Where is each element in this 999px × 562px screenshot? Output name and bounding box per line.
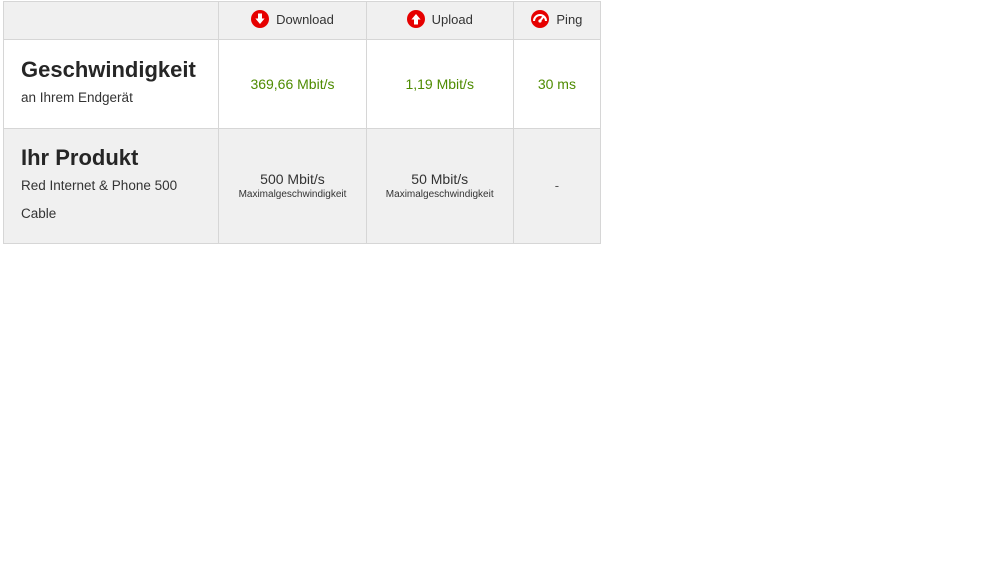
product-title: Ihr Produkt: [21, 144, 139, 170]
measured-upload-value: 1,19 Mbit/s: [365, 39, 514, 129]
header-download: Download: [218, 0, 367, 41]
header-ping-label: Ping: [556, 11, 583, 27]
product-name-line2: Cable: [21, 205, 57, 221]
product-download-value: 500 Mbit/s: [260, 170, 325, 187]
product-label-cell: Ihr Produkt Red Internet & Phone 500 Cab…: [2, 127, 220, 245]
header-upload-label: Upload: [431, 11, 473, 27]
measured-download-value: 369,66 Mbit/s: [218, 39, 367, 129]
speed-title: Geschwindigkeit: [21, 56, 196, 82]
speed-label-cell: Geschwindigkeit an Ihrem Endgerät: [2, 39, 220, 129]
ping-gauge-icon: [531, 10, 550, 29]
header-empty-cell: [2, 0, 220, 41]
product-ping-value: -: [512, 127, 602, 245]
measured-ping-value: 30 ms: [512, 39, 602, 129]
product-upload-value: 50 Mbit/s: [411, 170, 469, 187]
product-name-line1: Red Internet & Phone 500: [21, 177, 178, 193]
upload-arrow-icon: [406, 10, 425, 29]
table-header-row: Download Upload Ping: [2, 0, 602, 41]
header-download-label: Download: [276, 11, 334, 27]
product-row: Ihr Produkt Red Internet & Phone 500 Cab…: [2, 127, 602, 245]
product-upload-cell: 50 Mbit/s Maximalgeschwindigkeit: [365, 127, 514, 245]
download-arrow-icon: [251, 10, 270, 29]
speed-subtitle: an Ihrem Endgerät: [21, 89, 133, 105]
speed-test-results-table: Download Upload Ping Geschwindigkeit an …: [2, 0, 602, 245]
header-ping: Ping: [512, 0, 602, 41]
speed-row: Geschwindigkeit an Ihrem Endgerät 369,66…: [2, 39, 602, 129]
product-download-caption: Maximalgeschwindigkeit: [238, 188, 347, 200]
header-upload: Upload: [365, 0, 514, 41]
product-download-cell: 500 Mbit/s Maximalgeschwindigkeit: [218, 127, 367, 245]
product-upload-caption: Maximalgeschwindigkeit: [385, 188, 494, 200]
